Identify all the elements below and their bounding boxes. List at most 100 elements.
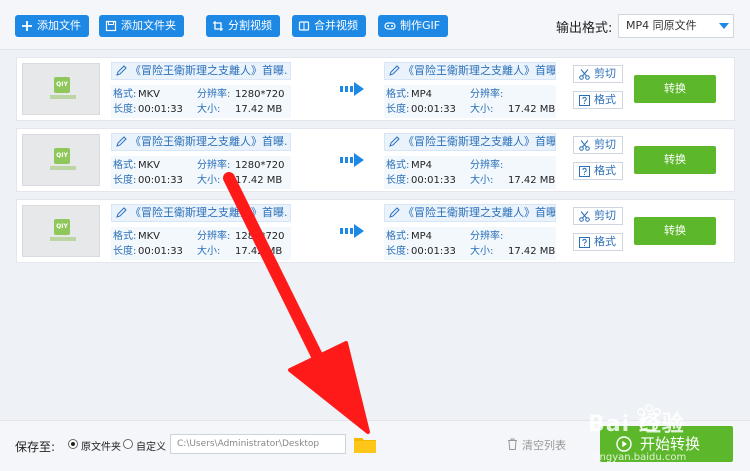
source-title[interactable]: 《冒险王衛斯理之支離人》首曝. xyxy=(111,204,291,222)
merge-video-button[interactable]: 合并视频 xyxy=(292,15,366,37)
pencil-icon xyxy=(116,65,127,76)
cut-button[interactable]: 剪切 xyxy=(573,136,623,154)
output-info: 格式: MP4 分辨率: 长度: 00:01:33 大小: 17.42 MB xyxy=(384,85,556,118)
file-row: QIY 《冒险王衛斯理之支離人》首曝. 格式: MKV 分辨率: 1280*720 长度: 0… xyxy=(16,57,735,121)
pencil-icon xyxy=(116,136,127,147)
output-format-value: MP4 同原文件 xyxy=(626,19,697,32)
make-gif-button[interactable]: 制作GIF xyxy=(378,15,449,37)
source-info: 格式: MKV 分辨率: 1280*720 长度: 00:01:33 大小: 17.42 MB xyxy=(111,227,291,260)
output-size: 17.42 MB xyxy=(508,246,556,257)
original-folder-label: 原文件夹 xyxy=(81,442,121,453)
convert-button[interactable]: 转换 xyxy=(634,146,716,174)
crop-icon xyxy=(213,21,223,31)
save-to-label: 保存至: xyxy=(15,440,56,454)
radio-original-folder[interactable] xyxy=(68,439,78,449)
merge-icon xyxy=(298,21,310,31)
split-video-button[interactable]: 分割视频 xyxy=(206,15,280,37)
clear-list-label: 清空列表 xyxy=(522,439,566,452)
custom-label: 自定义 xyxy=(136,442,166,453)
split-video-label: 分割视频 xyxy=(228,19,272,32)
format-settings-label: 格式 xyxy=(594,93,616,106)
gif-icon xyxy=(384,22,396,30)
format-label: 格式: xyxy=(113,231,137,242)
cut-button[interactable]: 剪切 xyxy=(573,65,623,83)
scissors-icon xyxy=(579,140,590,151)
source-resolution: 1280*720 xyxy=(235,231,285,242)
source-format: MKV xyxy=(138,89,161,100)
chevron-down-icon xyxy=(719,23,729,29)
logo-caption-icon xyxy=(50,95,76,99)
output-info: 格式: MP4 分辨率: 长度: 00:01:33 大小: 17.42 MB xyxy=(384,227,556,260)
duration-label: 长度: xyxy=(386,175,410,186)
iqiyi-logo-icon: QIY xyxy=(54,77,70,93)
output-format-select[interactable]: MP4 同原文件 xyxy=(618,14,734,38)
make-gif-label: 制作GIF xyxy=(400,19,441,32)
clear-list-button[interactable]: 清空列表 xyxy=(507,437,566,453)
convert-button[interactable]: 转换 xyxy=(634,217,716,245)
format-settings-label: 格式 xyxy=(594,235,616,248)
format-help-icon xyxy=(579,95,590,106)
output-format: MP4 xyxy=(411,231,433,242)
resolution-label: 分辨率: xyxy=(470,160,504,171)
output-size: 17.42 MB xyxy=(508,104,556,115)
file-row: QIY 《冒险王衛斯理之支離人》首曝. 格式: MKV 分辨率: 1280*720 长度: 0… xyxy=(16,199,735,263)
source-duration: 00:01:33 xyxy=(138,246,183,257)
add-folder-label: 添加文件夹 xyxy=(121,19,176,32)
output-title-text: 《冒险王衛斯理之支離人》首曝. xyxy=(403,64,556,77)
source-format: MKV xyxy=(138,231,161,242)
output-title[interactable]: 《冒险王衛斯理之支離人》首曝. xyxy=(384,133,556,151)
output-size: 17.42 MB xyxy=(508,175,556,186)
duration-label: 长度: xyxy=(113,104,137,115)
format-label: 格式: xyxy=(113,160,137,171)
output-title[interactable]: 《冒险王衛斯理之支離人》首曝. xyxy=(384,204,556,222)
format-settings-button[interactable]: 格式 xyxy=(573,162,623,180)
convert-label: 转换 xyxy=(664,224,686,237)
logo-caption-icon xyxy=(50,237,76,241)
watermark-brand: Bai 经验 xyxy=(588,412,685,437)
output-title-text: 《冒险王衛斯理之支離人》首曝. xyxy=(403,206,556,219)
output-title[interactable]: 《冒险王衛斯理之支離人》首曝. xyxy=(384,62,556,80)
format-settings-button[interactable]: 格式 xyxy=(573,233,623,251)
size-label: 大小: xyxy=(197,104,221,115)
source-size: 17.42 MB xyxy=(235,246,283,257)
output-format: MP4 xyxy=(411,89,433,100)
iqiyi-logo-icon: QIY xyxy=(54,148,70,164)
resolution-label: 分辨率: xyxy=(470,89,504,100)
plus-icon xyxy=(22,21,32,31)
scissors-icon xyxy=(579,211,590,222)
convert-button[interactable]: 转换 xyxy=(634,75,716,103)
resolution-label: 分辨率: xyxy=(197,231,231,242)
radio-custom[interactable] xyxy=(123,439,133,449)
duration-label: 长度: xyxy=(386,104,410,115)
file-row: QIY 《冒险王衛斯理之支離人》首曝. 格式: MKV 分辨率: 1280*720 长度: 0… xyxy=(16,128,735,192)
convert-arrow-icon xyxy=(340,82,364,96)
format-settings-button[interactable]: 格式 xyxy=(573,91,623,109)
cut-button[interactable]: 剪切 xyxy=(573,207,623,225)
pencil-icon xyxy=(389,65,400,76)
format-settings-label: 格式 xyxy=(594,164,616,177)
open-folder-icon[interactable] xyxy=(353,434,377,454)
duration-label: 长度: xyxy=(386,246,410,257)
source-size: 17.42 MB xyxy=(235,104,283,115)
trash-icon xyxy=(508,438,517,450)
size-label: 大小: xyxy=(470,175,494,186)
source-title[interactable]: 《冒险王衛斯理之支離人》首曝. xyxy=(111,133,291,151)
convert-label: 转换 xyxy=(664,153,686,166)
cut-label: 剪切 xyxy=(594,67,616,80)
add-folder-button[interactable]: 添加文件夹 xyxy=(99,15,184,37)
scissors-icon xyxy=(579,69,590,80)
size-label: 大小: xyxy=(197,175,221,186)
save-path-input[interactable]: C:\Users\Administrator\Desktop xyxy=(170,434,346,454)
resolution-label: 分辨率: xyxy=(197,89,231,100)
add-file-button[interactable]: 添加文件 xyxy=(15,15,89,37)
source-title[interactable]: 《冒险王衛斯理之支離人》首曝. xyxy=(111,62,291,80)
file-list: QIY 《冒险王衛斯理之支離人》首曝. 格式: MKV 分辨率: 1280*720 长度: 0… xyxy=(0,50,750,420)
source-title-text: 《冒险王衛斯理之支離人》首曝. xyxy=(130,135,288,148)
pencil-icon xyxy=(116,207,127,218)
video-thumbnail: QIY xyxy=(22,134,100,186)
convert-label: 转换 xyxy=(664,82,686,95)
size-label: 大小: xyxy=(470,246,494,257)
source-duration: 00:01:33 xyxy=(138,175,183,186)
source-title-text: 《冒险王衛斯理之支離人》首曝. xyxy=(130,206,288,219)
source-resolution: 1280*720 xyxy=(235,160,285,171)
